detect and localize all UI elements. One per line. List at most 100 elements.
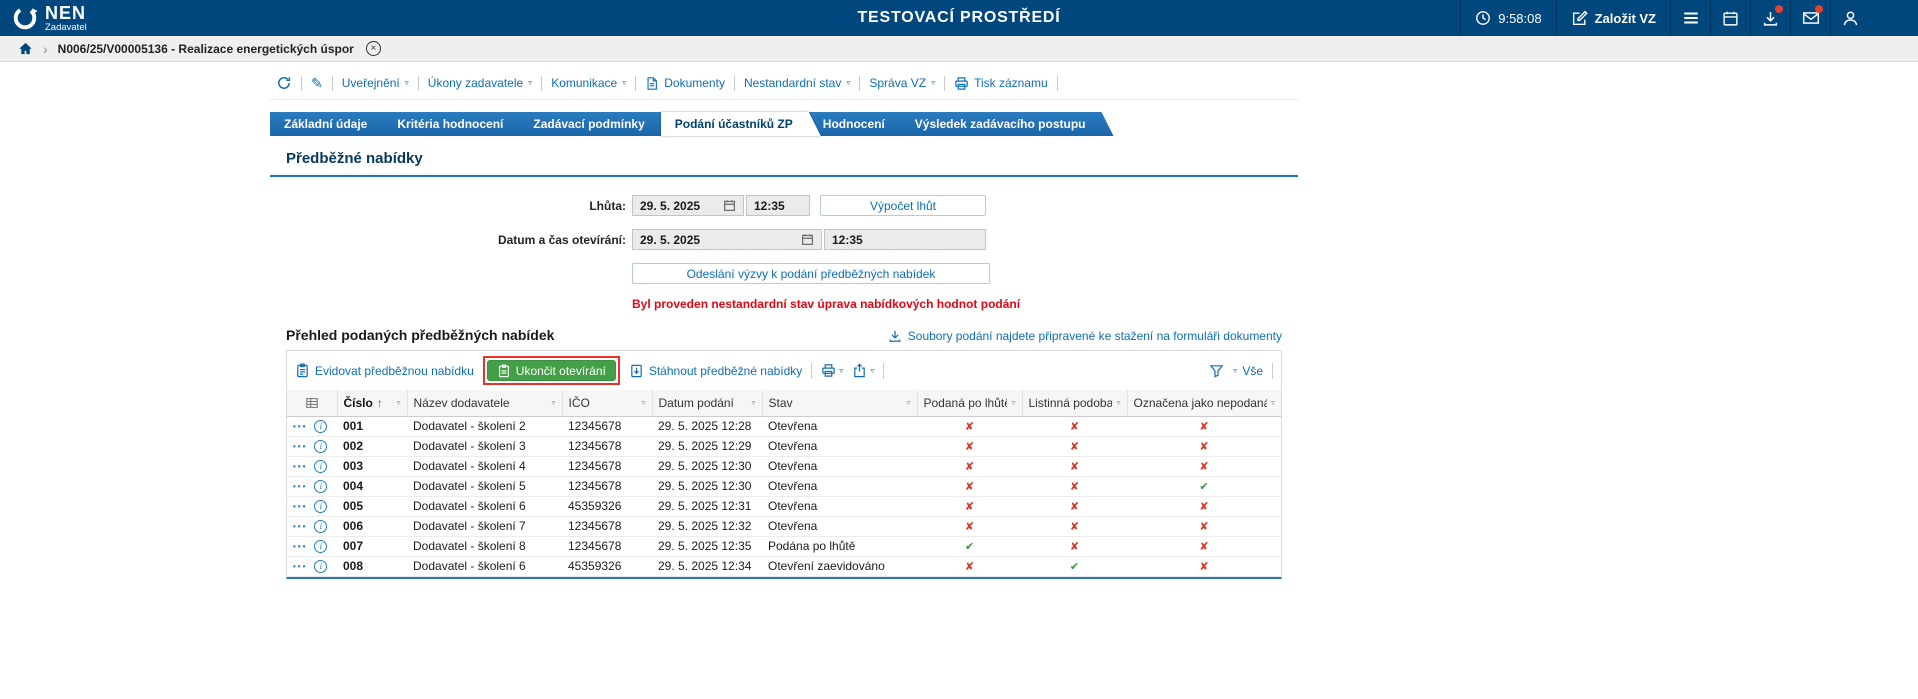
logo-subtitle: Zadavatel <box>45 23 87 33</box>
cell-supplier-name: Dodavatel - školení 7 <box>407 516 562 536</box>
filter-all-dropdown[interactable]: ▿ Vše <box>1233 364 1263 378</box>
row-info-icon[interactable]: i <box>314 520 327 533</box>
table-row[interactable]: ••• i 005 Dodavatel - školení 6 45359326… <box>287 496 1281 516</box>
table-row[interactable]: ••• i 006 Dodavatel - školení 7 12345678… <box>287 516 1281 536</box>
column-datum-podani[interactable]: Datum podání▿ <box>652 390 762 416</box>
column-podana-po-lhute[interactable]: Podaná po lhůtě▿ <box>917 390 1022 416</box>
cell-supplier-name: Dodavatel - školení 4 <box>407 456 562 476</box>
opening-date-field[interactable]: 29. 5. 2025 <box>632 229 822 250</box>
row-menu-icon[interactable]: ••• <box>293 442 307 451</box>
column-oznacena-jako-nepodana[interactable]: Označena jako nepodaná▿ <box>1127 390 1281 416</box>
filter-caret-icon[interactable]: ▿ <box>1116 398 1120 407</box>
page-content: ✎ Uveřejnění ▿ Úkony zadavatele ▿ Komuni… <box>270 62 1298 579</box>
downloads-button[interactable] <box>1750 0 1790 36</box>
environment-title: TESTOVACÍ PROSTŘEDÍ <box>857 9 1060 27</box>
row-menu-icon[interactable]: ••• <box>293 502 307 511</box>
row-menu-icon[interactable]: ••• <box>293 522 307 531</box>
cell-marked-not-filed-mark <box>1127 456 1281 476</box>
column-nazev-dodavatele[interactable]: Název dodavatele▿ <box>407 390 562 416</box>
menu-ukony-zadavatele[interactable]: Úkony zadavatele ▿ <box>428 76 532 90</box>
opening-time-field[interactable]: 12:35 <box>824 229 986 250</box>
nen-logo[interactable]: NEN Zadavatel <box>0 4 87 33</box>
compute-deadlines-button[interactable]: Výpočet lhůt <box>820 195 986 216</box>
row-info-icon[interactable]: i <box>314 440 327 453</box>
register-bid-button[interactable]: Evidovat předběžnou nabídku <box>295 363 474 378</box>
table-row[interactable]: ••• i 008 Dodavatel - školení 6 45359326… <box>287 556 1281 576</box>
filter-caret-icon[interactable]: ▿ <box>906 398 910 407</box>
create-vz-button[interactable]: Založit VZ <box>1556 0 1670 36</box>
row-info-icon[interactable]: i <box>314 420 327 433</box>
menu-tisk-zaznamu[interactable]: Tisk záznamu <box>954 76 1048 91</box>
filter-caret-icon[interactable]: ▿ <box>1271 398 1275 407</box>
export-button[interactable]: ▿ <box>852 363 874 378</box>
breadcrumb-record[interactable]: N006/25/V00005136 - Realizace energetick… <box>58 42 354 56</box>
filter-caret-icon[interactable]: ▿ <box>551 398 555 407</box>
caret-down-icon: ▿ <box>405 79 409 87</box>
tab[interactable]: Hodnocení <box>809 112 913 136</box>
tab[interactable]: Základní údaje <box>270 112 395 136</box>
table-row[interactable]: ••• i 002 Dodavatel - školení 3 12345678… <box>287 436 1281 456</box>
column-stav[interactable]: Stav▿ <box>762 390 917 416</box>
print-grid-button[interactable]: ▿ <box>821 363 843 378</box>
document-icon <box>645 76 659 91</box>
row-menu-icon[interactable]: ••• <box>293 482 307 491</box>
row-menu-icon[interactable]: ••• <box>293 462 307 471</box>
menu-komunikace[interactable]: Komunikace ▿ <box>551 76 626 90</box>
tab[interactable]: Podání účastníků ZP <box>661 112 821 136</box>
calendar-button[interactable] <box>1710 0 1750 36</box>
table-row[interactable]: ••• i 003 Dodavatel - školení 4 12345678… <box>287 456 1281 476</box>
tab[interactable]: Kritéria hodnocení <box>383 112 531 136</box>
cell-late-submission-mark <box>917 536 1022 556</box>
table-row[interactable]: ••• i 004 Dodavatel - školení 5 12345678… <box>287 476 1281 496</box>
cell-submission-date: 29. 5. 2025 12:29 <box>652 436 762 456</box>
calendar-icon[interactable] <box>723 199 736 212</box>
caret-down-icon: ▿ <box>931 79 935 87</box>
deadline-time-field[interactable]: 12:35 <box>746 195 810 216</box>
row-menu-icon[interactable]: ••• <box>293 562 307 571</box>
filter-button[interactable] <box>1209 363 1224 378</box>
download-bids-button[interactable]: Stáhnout předběžné nabídky <box>629 363 802 378</box>
tab[interactable]: Výsledek zadávacího postupu <box>901 112 1114 136</box>
table-row[interactable]: ••• i 007 Dodavatel - školení 8 12345678… <box>287 536 1281 556</box>
menu-nestandardni-stav[interactable]: Nestandardní stav ▿ <box>744 76 850 90</box>
row-info-icon[interactable]: i <box>314 540 327 553</box>
menu-dokumenty[interactable]: Dokumenty <box>645 76 725 91</box>
row-info-icon[interactable]: i <box>314 460 327 473</box>
column-listinna-podoba[interactable]: Listinná podoba▿ <box>1022 390 1127 416</box>
column-ico[interactable]: IČO▿ <box>562 390 652 416</box>
filter-caret-icon[interactable]: ▿ <box>1011 398 1015 407</box>
sort-asc-icon[interactable]: ↑ <box>377 396 383 410</box>
row-info-icon[interactable]: i <box>314 480 327 493</box>
row-info-icon[interactable]: i <box>314 560 327 573</box>
user-profile-button[interactable] <box>1830 0 1870 36</box>
cell-submission-date: 29. 5. 2025 12:28 <box>652 416 762 436</box>
table-row[interactable]: ••• i 001 Dodavatel - školení 2 12345678… <box>287 416 1281 436</box>
refresh-icon[interactable] <box>276 75 292 91</box>
row-menu-icon[interactable]: ••• <box>293 422 307 431</box>
messages-button[interactable] <box>1790 0 1830 36</box>
send-call-button[interactable]: Odeslání výzvy k podání předběžných nabí… <box>632 263 990 284</box>
caret-down-icon: ▿ <box>528 79 532 87</box>
cell-status: Podána po lhůtě <box>762 536 917 556</box>
deadline-date-field[interactable]: 29. 5. 2025 <box>632 195 744 216</box>
calendar-icon[interactable] <box>801 233 814 246</box>
cell-status: Otevřena <box>762 476 917 496</box>
edit-record-icon[interactable]: ✎ <box>311 76 323 90</box>
end-opening-button[interactable]: Ukončit otevírání <box>487 360 616 381</box>
row-info-icon[interactable]: i <box>314 500 327 513</box>
column-cislo[interactable]: Číslo ↑ ▿ <box>337 390 407 416</box>
filter-caret-icon[interactable]: ▿ <box>751 398 755 407</box>
cell-marked-not-filed-mark <box>1127 496 1281 516</box>
filter-caret-icon[interactable]: ▿ <box>396 398 400 407</box>
submission-files-link[interactable]: Soubory podání najdete připravené ke sta… <box>888 329 1282 343</box>
home-icon[interactable] <box>18 41 33 56</box>
tab[interactable]: Zadávací podmínky <box>519 112 672 136</box>
menu-sprava-vz[interactable]: Správa VZ ▿ <box>869 76 935 90</box>
row-menu-icon[interactable]: ••• <box>293 542 307 551</box>
filter-caret-icon[interactable]: ▿ <box>641 398 645 407</box>
menu-uverejneni[interactable]: Uveřejnění ▿ <box>342 76 409 90</box>
cell-number: 004 <box>337 476 407 496</box>
caret-down-icon: ▿ <box>1233 367 1237 375</box>
menu-button[interactable] <box>1670 0 1710 36</box>
close-record-icon[interactable]: × <box>366 41 381 56</box>
